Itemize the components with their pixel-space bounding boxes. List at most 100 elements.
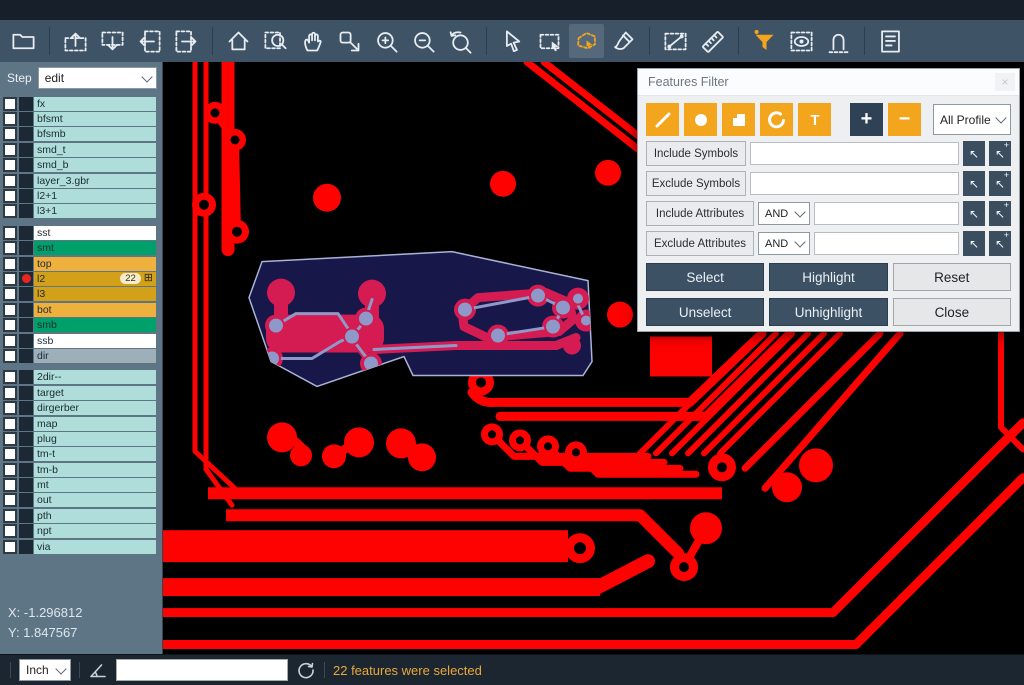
layer-checkbox[interactable] [3,318,17,332]
active-layer-indicator[interactable] [19,478,33,492]
line-filter-button[interactable] [646,103,679,136]
layer-color-bar[interactable]: dir⊞ [34,349,156,363]
active-layer-indicator[interactable] [19,241,33,255]
layer-checkbox[interactable] [3,432,17,446]
pane-up-button[interactable] [58,24,93,58]
layer-color-bar[interactable]: l3+1⊞ [34,204,156,218]
layer-checkbox[interactable] [3,447,17,461]
active-layer-indicator[interactable] [19,272,33,286]
refresh-icon[interactable] [296,660,316,680]
pick-attribute-button[interactable]: ↖ [963,201,985,226]
active-layer-indicator[interactable] [19,447,33,461]
menu-item[interactable] [24,8,42,12]
layer-row[interactable]: map⊞ [0,416,162,431]
active-layer-indicator[interactable] [19,540,33,554]
layer-checkbox[interactable] [3,127,17,141]
close-icon[interactable]: × [995,73,1015,91]
layer-checkbox[interactable] [3,272,17,286]
layer-row[interactable]: fx⊞ [0,96,162,111]
active-layer-indicator[interactable] [19,189,33,203]
measure-line-button[interactable] [658,24,693,58]
layer-color-bar[interactable]: bfsmt⊞ [34,112,156,126]
active-layer-indicator[interactable] [19,417,33,431]
pane-down-button[interactable] [95,24,130,58]
layer-color-bar[interactable]: tm-t⊞ [34,447,156,461]
dialog-titlebar[interactable]: Features Filter × [638,69,1019,96]
zoom-in-button[interactable] [369,24,404,58]
layer-checkbox[interactable] [3,370,17,384]
layer-checkbox[interactable] [3,158,17,172]
layer-row[interactable]: dir⊞ [0,348,162,363]
layer-row[interactable]: pth⊞ [0,508,162,523]
layer-checkbox[interactable] [3,334,17,348]
layer-color-bar[interactable]: ssb⊞ [34,334,156,348]
arc-filter-button[interactable] [760,103,793,136]
active-layer-indicator[interactable] [19,257,33,271]
layer-checkbox[interactable] [3,241,17,255]
active-layer-indicator[interactable] [19,127,33,141]
layer-color-bar[interactable]: smt⊞ [34,241,156,255]
angle-measure-icon[interactable] [88,660,108,680]
pan-hand-button[interactable] [295,24,330,58]
layer-row[interactable]: bfsmt⊞ [0,111,162,126]
layer-color-bar[interactable]: plug⊞ [34,432,156,446]
pick-attribute-button[interactable]: ↖ [963,231,985,256]
layer-checkbox[interactable] [3,478,17,492]
select-rectangle-button[interactable] [532,24,567,58]
layer-color-bar[interactable]: top⊞ [34,257,156,271]
active-layer-indicator[interactable] [19,349,33,363]
zoom-window-button[interactable] [258,24,293,58]
layer-checkbox[interactable] [3,524,17,538]
layer-color-bar[interactable]: mt⊞ [34,478,156,492]
pane-right-button[interactable] [169,24,204,58]
layer-color-bar[interactable]: l3⊞ [34,287,156,301]
layer-color-bar[interactable]: bfsmb⊞ [34,127,156,141]
open-file-button[interactable] [6,24,41,58]
layer-color-bar[interactable]: tm-b⊞ [34,463,156,477]
active-layer-indicator[interactable] [19,524,33,538]
measure-ruler-button[interactable] [695,24,730,58]
layer-row[interactable]: tm-b⊞ [0,462,162,477]
view-options-button[interactable] [784,24,819,58]
snap-button[interactable] [821,24,856,58]
reset-button[interactable]: Reset [893,263,1011,291]
exclude-symbols-button[interactable]: Exclude Symbols [646,171,746,196]
text-filter-button[interactable]: T [798,103,831,136]
layer-checkbox[interactable] [3,401,17,415]
menu-item[interactable] [42,8,60,12]
pick-add-symbol-button[interactable]: ↖+ [989,171,1011,196]
layer-color-bar[interactable]: pth⊞ [34,509,156,523]
layer-row[interactable]: target⊞ [0,385,162,400]
pad-filter-button[interactable] [684,103,717,136]
pick-symbol-button[interactable]: ↖ [963,171,985,196]
layer-checkbox[interactable] [3,493,17,507]
surface-filter-button[interactable] [722,103,755,136]
layer-color-bar[interactable]: l2+1⊞ [34,189,156,203]
layer-row[interactable]: l3+1⊞ [0,204,162,219]
layer-row[interactable]: l2+1⊞ [0,188,162,203]
layer-color-bar[interactable]: smb⊞ [34,318,156,332]
active-layer-indicator[interactable] [19,401,33,415]
layer-row[interactable]: npt⊞ [0,524,162,539]
zoom-out-button[interactable] [406,24,441,58]
active-layer-indicator[interactable] [19,370,33,384]
layer-color-bar[interactable]: 2dir--⊞ [34,370,156,384]
active-layer-indicator[interactable] [19,493,33,507]
layer-color-bar[interactable]: target⊞ [34,386,156,400]
layer-color-bar[interactable]: smd_t⊞ [34,143,156,157]
layer-checkbox[interactable] [3,303,17,317]
active-layer-indicator[interactable] [19,204,33,218]
include-symbols-button[interactable]: Include Symbols [646,141,746,166]
active-layer-indicator[interactable] [19,334,33,348]
step-select[interactable]: edit [38,67,157,89]
pick-add-attribute-button[interactable]: ↖+ [989,231,1011,256]
layer-checkbox[interactable] [3,417,17,431]
menu-item[interactable] [60,8,78,12]
layer-checkbox[interactable] [3,189,17,203]
active-layer-indicator[interactable] [19,287,33,301]
active-layer-indicator[interactable] [19,174,33,188]
add-filter-button[interactable]: + [850,103,883,136]
features-filter-button[interactable] [747,24,782,58]
layer-checkbox[interactable] [3,287,17,301]
active-layer-indicator[interactable] [19,226,33,240]
